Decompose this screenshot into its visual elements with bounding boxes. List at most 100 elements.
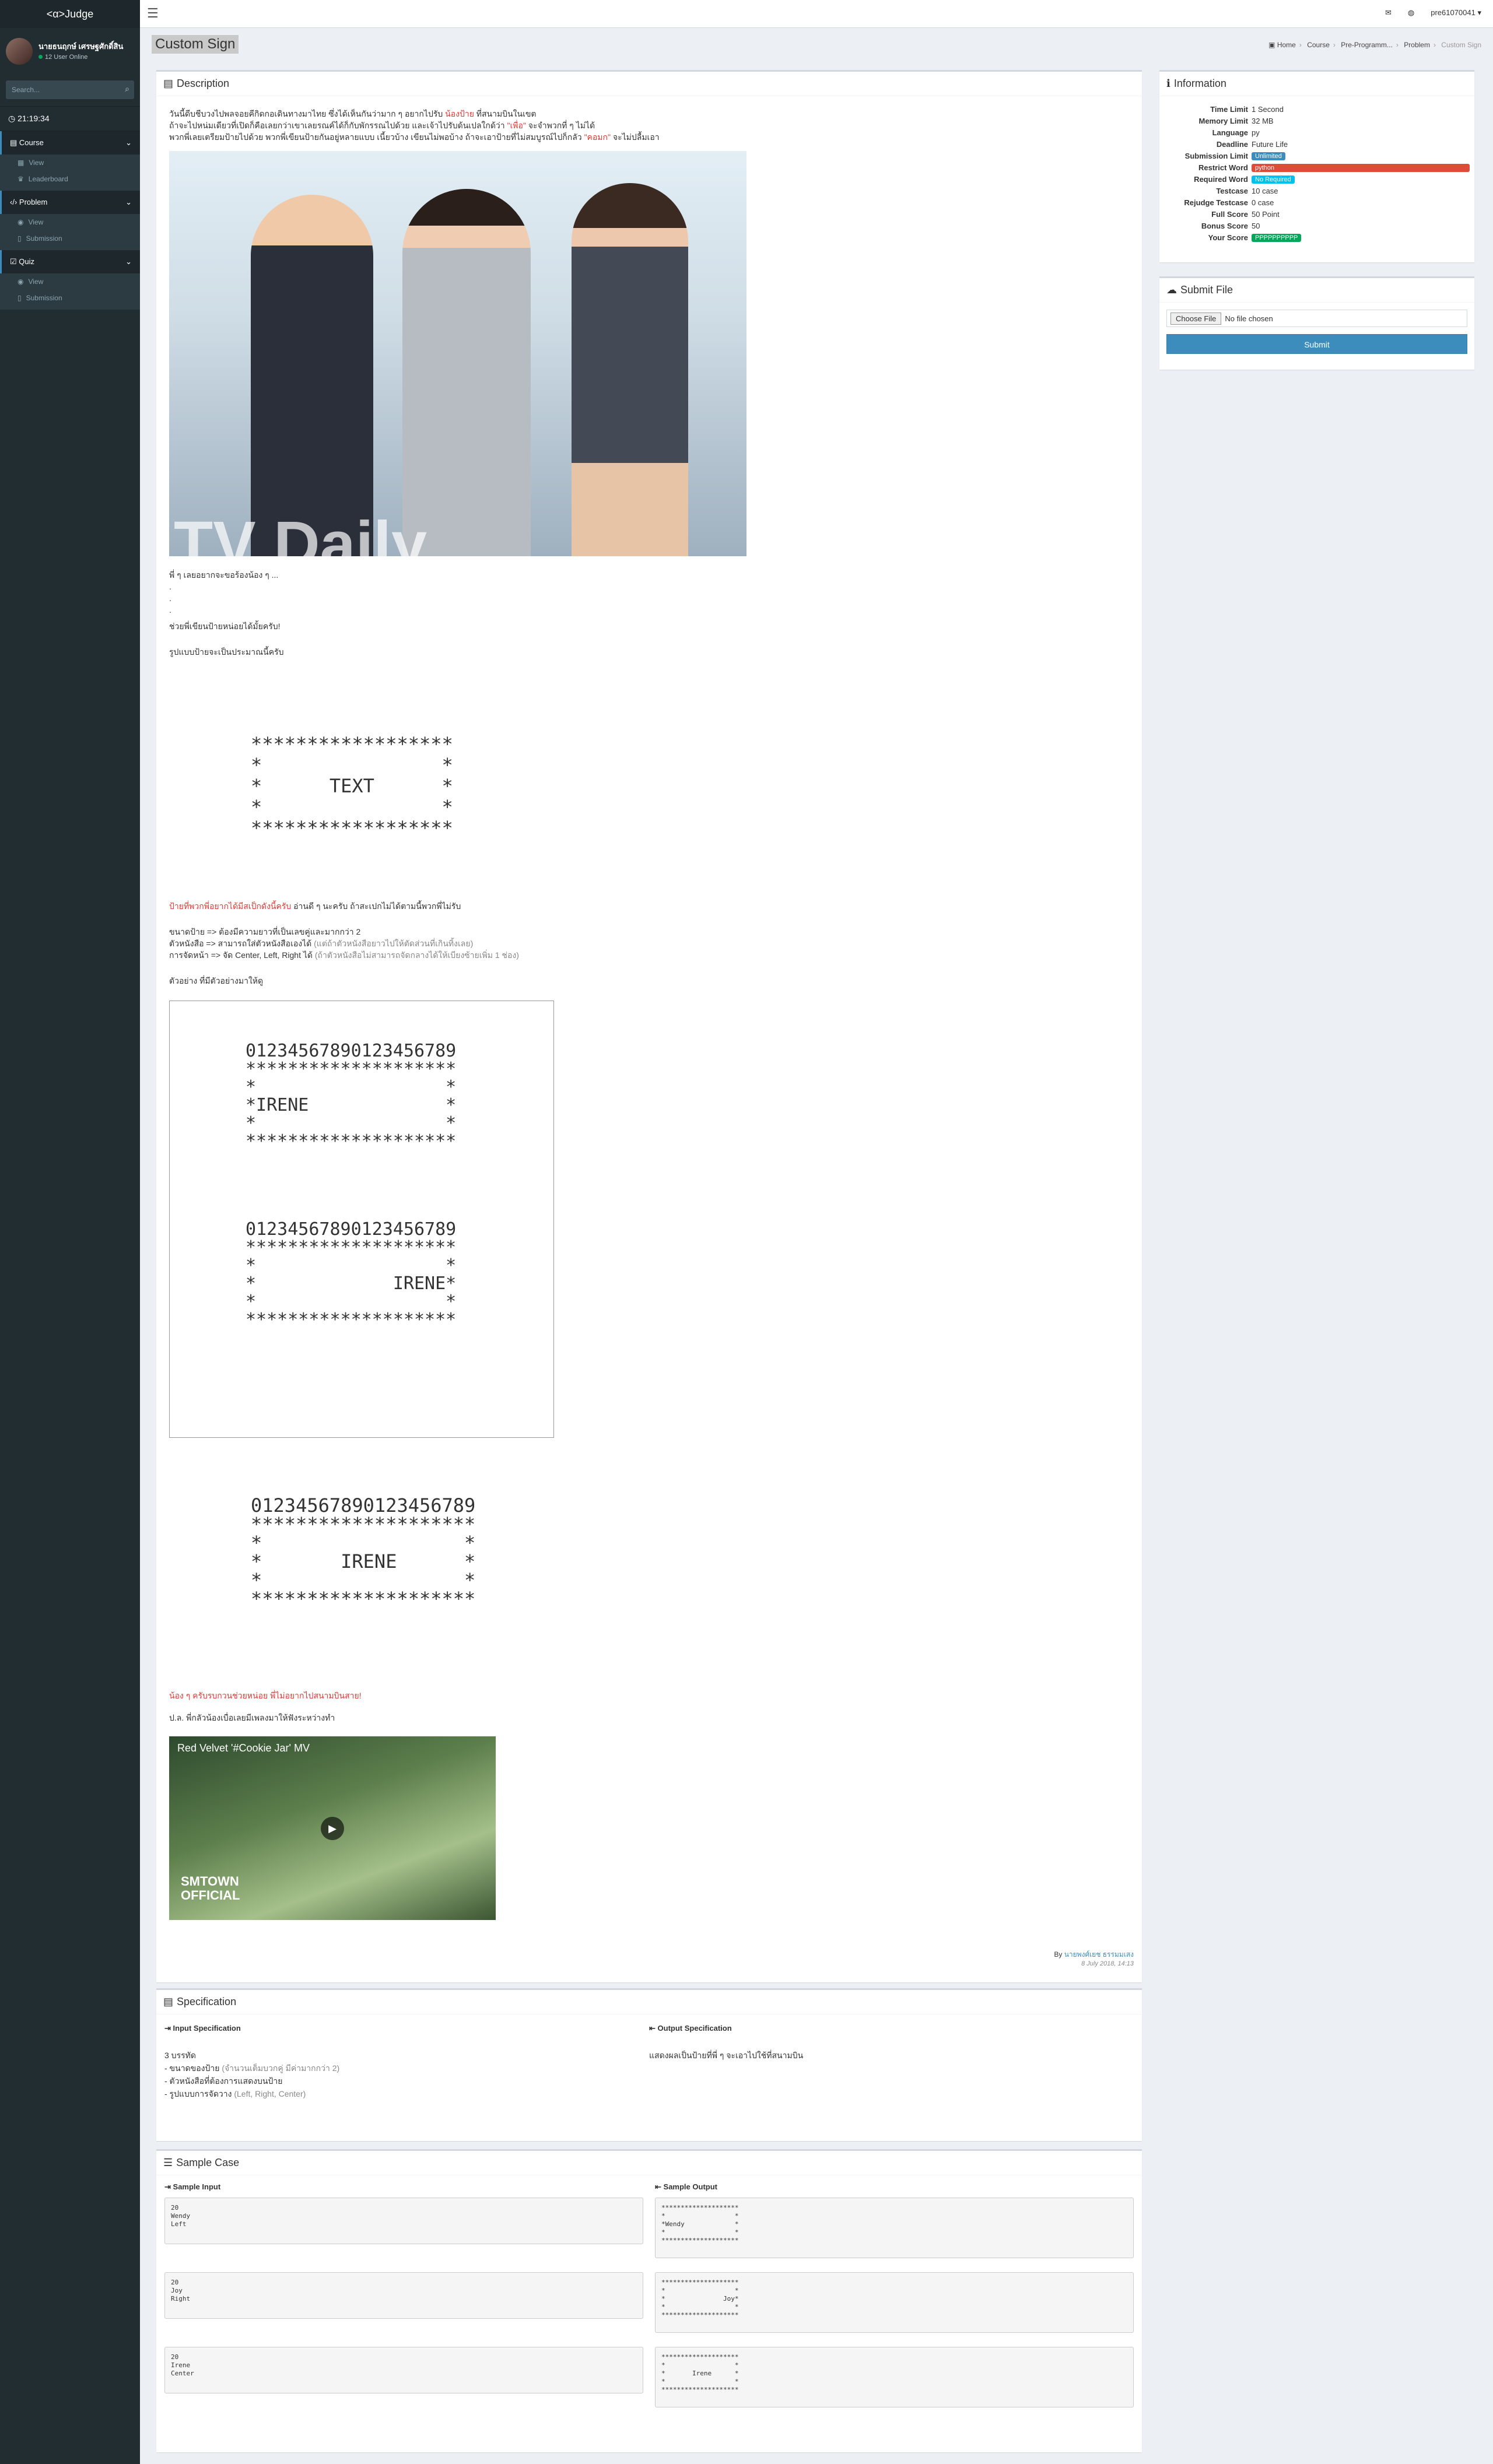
user-name: นายธนฤกษ์ เศรษฐศักดิ์สิน: [38, 42, 124, 51]
description-title: Description: [177, 78, 230, 89]
view-icon: ▦: [17, 159, 24, 167]
sidebar-group-problem[interactable]: ‹/› Problem ⌄: [0, 191, 140, 214]
sample-case-box: ☰ Sample Case ⇥ Sample Input ⇤ Sample Out…: [156, 2149, 1142, 2452]
sidebar-item-label: View: [29, 159, 44, 167]
sidebar-group-label: Course: [19, 138, 44, 147]
info-row: Submission Limit Unlimited: [1164, 150, 1470, 162]
intro-line-1: วันนี้ดีบชีบวงไปพลจอยคีกิดกอเดินทางมาไทย…: [169, 109, 537, 118]
mail-icon[interactable]: ✉: [1385, 8, 1392, 17]
info-row: Memory Limit 32 MB: [1198, 116, 1274, 125]
info-row: Bonus Score 50: [1201, 221, 1260, 230]
example-left: 01234567890123456789 *******************…: [246, 1041, 457, 1152]
quiz-icon: ☑: [10, 257, 17, 266]
author-info: By นายพงศ์เยช ธรรมมเสง 8 July 2018, 14:1…: [1054, 1950, 1134, 1967]
example-right: 01234567890123456789 *******************…: [246, 1219, 457, 1330]
play-icon[interactable]: ▶: [321, 1817, 344, 1840]
breadcrumb-home[interactable]: Home: [1277, 41, 1296, 49]
sidebar-item-quiz-submission[interactable]: ▯ Submission: [0, 290, 140, 306]
online-status: 12 User Online: [38, 54, 123, 61]
sample-output: ******************** * * * Joy* * * ****…: [655, 2272, 1134, 2333]
breadcrumb-course[interactable]: Course: [1307, 41, 1330, 49]
sidebar: <α>Judge นายธนฤกษ์ เศรษฐศักดิ์สิน 12 Use…: [0, 0, 140, 2464]
input-spec-line: 3 บรรทัด: [164, 2051, 196, 2060]
sidebar-group-course[interactable]: ▤ Course ⌄: [0, 131, 140, 155]
specification-box: ▤ Specification ⇥ Input Specification 3 บ…: [156, 1988, 1142, 2141]
sign-in-icon: ⇥: [164, 2182, 171, 2191]
sample-output: ******************** * * *Wendy * * * **…: [655, 2198, 1134, 2258]
intro-line-2: ถ้าจะไปหน่มเดียวที่เปิดก็คือเลยกว่าเขาเล…: [169, 121, 595, 130]
sidebar-item-label: Submission: [26, 294, 62, 302]
submit-header: ☁ Submit File: [1159, 278, 1474, 303]
sidebar-item-label: View: [28, 278, 44, 286]
info-row: Full Score 50 Point: [1211, 209, 1280, 219]
online-dot-icon: [38, 55, 43, 59]
sidebar-item-problem-submission[interactable]: ▯ Submission: [0, 230, 140, 247]
sidebar-item-quiz-view[interactable]: ◉ View: [0, 273, 140, 290]
video-player[interactable]: Red Velvet '#Cookie Jar' MV ▶ SMTOWN OFF…: [169, 1736, 496, 1920]
sample-input-heading: ⇥ Sample Input: [164, 2182, 221, 2191]
dot-3: .: [169, 605, 171, 615]
sample-output: ******************** * * * Irene * * * *…: [655, 2347, 1134, 2407]
app-logo[interactable]: <α>Judge: [0, 0, 140, 28]
sample-row: 20 Irene Center ******************** * *…: [164, 2347, 1134, 2407]
sample-input: 20 Irene Center: [164, 2347, 643, 2393]
specification-header: ▤ Specification: [156, 1990, 1142, 2014]
choose-file-button[interactable]: Choose File: [1170, 312, 1222, 325]
user-menu[interactable]: pre61070041 ▾: [1431, 8, 1481, 17]
sample-header: ☰ Sample Case: [156, 2151, 1142, 2175]
spec-align: การจัดหน้า => จัด Center, Left, Right ได…: [169, 950, 519, 960]
plea-red: น้อง ๆ ครับรบกวนช่วยหน่อย พี่ไม่อยากไปสน…: [169, 1691, 362, 1700]
file-input[interactable]: Choose File No file chosen: [1166, 310, 1467, 327]
output-spec-heading: ⇤ Output Specification: [649, 2024, 732, 2033]
input-spec-line: - รูปแบบการจัดวาง (Left, Right, Center): [164, 2089, 306, 2098]
search-input[interactable]: [6, 80, 134, 99]
avatar: [6, 38, 33, 65]
clock: ◷ 21:19:34: [0, 106, 140, 131]
book-icon: ▤: [10, 138, 17, 147]
sidebar-item-label: View: [28, 218, 44, 226]
sidebar-group-quiz[interactable]: ☑ Quiz ⌄: [0, 250, 140, 273]
info-row: Rejudge Testcase 0 case: [1184, 198, 1274, 207]
hamburger-menu-icon[interactable]: ☰: [147, 6, 159, 21]
submit-box: ☁ Submit File Choose File No file chosen …: [1159, 276, 1474, 370]
globe-icon[interactable]: ◍: [1408, 8, 1414, 17]
sign-out-icon: ⇤: [649, 2024, 656, 2033]
spec-icon: ▤: [163, 1996, 174, 2007]
eye-icon: ◉: [17, 278, 24, 286]
info-icon: ℹ: [1166, 78, 1170, 89]
info-row: Language py: [1212, 128, 1260, 137]
example-center: 01234567890123456789 *******************…: [251, 1494, 476, 1610]
search-icon[interactable]: ⌕: [125, 84, 129, 94]
clock-time: 21:19:34: [17, 114, 50, 123]
sidebar-item-problem-view[interactable]: ◉ View: [0, 214, 140, 230]
sample-title: Sample Case: [176, 2157, 240, 2168]
input-spec-line: - ขนาดของป้าย (จำนวนเต็มบวกคู่ มีค่ามากก…: [164, 2063, 340, 2073]
chevron-down-icon: ⌄: [125, 138, 132, 147]
author-link[interactable]: นายพงศ์เยช ธรรมมเสง: [1064, 1950, 1134, 1958]
video-title: Red Velvet '#Cookie Jar' MV: [177, 1742, 310, 1754]
sample-input: 20 Wendy Left: [164, 2198, 643, 2244]
output-spec-text: แสดงผลเป็นป้ายที่พี่ ๆ จะเอาไปใช้ที่สนาม…: [649, 2051, 804, 2060]
input-spec-heading: ⇥ Input Specification: [164, 2024, 241, 2033]
unlimited-badge: Unlimited: [1252, 152, 1285, 160]
info-row: Testcase 10 case: [1216, 186, 1278, 195]
user-panel: นายธนฤกษ์ เศรษฐศักดิ์สิน 12 User Online: [0, 28, 140, 75]
spec-text: ตัวหนังสือ => สามารถใส่ตัวหนังสือเองได้ …: [169, 939, 474, 948]
sample-row: 20 Wendy Left ******************** * * *…: [164, 2198, 1134, 2258]
file-status: No file chosen: [1225, 314, 1273, 323]
author-date: 8 July 2018, 14:13: [1081, 1960, 1134, 1967]
eye-icon: ◉: [17, 218, 24, 226]
breadcrumb-pre-programming[interactable]: Pre-Programm...: [1341, 41, 1393, 49]
file-icon: ▯: [17, 234, 22, 243]
sidebar-item-course-view[interactable]: ▦ View: [0, 155, 140, 171]
content-header: Custom Sign ▣ Home › Course › Pre-Programm…: [152, 35, 1481, 58]
dot-2: .: [169, 594, 171, 603]
submit-button[interactable]: Submit: [1166, 334, 1467, 354]
list-icon: ☰: [163, 2157, 173, 2168]
sidebar-item-leaderboard[interactable]: ♛ Leaderboard: [0, 171, 140, 187]
help-line: ช่วยพี่เขียนป้ายหน่อยได้มั้ยครับ!: [169, 622, 281, 631]
info-row: Your Score PPPPPPPPPP: [1164, 231, 1470, 243]
photo: TV Daily: [169, 151, 746, 556]
breadcrumb-problem[interactable]: Problem: [1404, 41, 1430, 49]
spec-heading: ป้ายที่พวกพี่อยากได้มีสเป็กดังนี้ครับ อ่…: [169, 901, 461, 911]
